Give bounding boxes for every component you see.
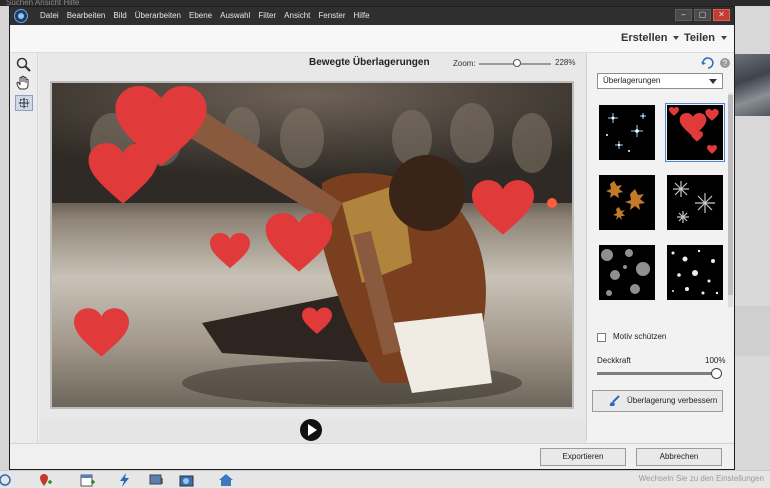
history-icon[interactable] <box>0 473 16 487</box>
minimize-button[interactable]: – <box>675 9 692 21</box>
zoom-slider[interactable] <box>479 59 551 67</box>
close-button[interactable]: ✕ <box>713 9 730 21</box>
dancer-head <box>389 155 465 231</box>
overlay-thumb-snowflakes[interactable] <box>667 175 723 230</box>
overlay-thumb-autumn-leaves[interactable] <box>599 175 655 230</box>
background-left-strip <box>0 6 9 470</box>
create-label: Erstellen <box>621 32 668 44</box>
moving-overlays-dialog: Datei Bearbeiten Bild Überarbeiten Ebene… <box>9 6 735 470</box>
menu-select[interactable]: Auswahl <box>216 7 254 25</box>
menu-items: Datei Bearbeiten Bild Überarbeiten Ebene… <box>36 7 374 25</box>
svg-text:?: ? <box>723 59 728 68</box>
reset-icon[interactable] <box>701 57 714 69</box>
calendar-add-icon[interactable] <box>80 473 96 487</box>
zoom-value: 228% <box>555 58 576 67</box>
chevron-down-icon <box>720 36 727 41</box>
share-label: Teilen <box>684 32 715 44</box>
photo-preview[interactable] <box>52 83 572 407</box>
background-photo <box>735 54 770 116</box>
zoom-tool-icon[interactable] <box>15 57 33 73</box>
zoom-label: Zoom: <box>453 59 476 68</box>
panel-scrollbar-thumb[interactable] <box>728 95 733 295</box>
menu-enhance[interactable]: Überarbeiten <box>131 7 185 25</box>
menu-edit[interactable]: Bearbeiten <box>63 7 110 25</box>
menu-filter[interactable]: Filter <box>254 7 280 25</box>
photo-frame <box>50 81 574 409</box>
menu-layer[interactable]: Ebene <box>185 7 216 25</box>
enhance-overlay-label: Überlagerung verbessern <box>627 396 718 405</box>
overlay-panel: ? Überlagerungen Motiv schützen Deckkraf… <box>586 53 734 441</box>
overlay-thumb-snow[interactable] <box>667 245 723 300</box>
opacity-slider-handle[interactable] <box>711 368 722 379</box>
dialog-footer: Exportieren Abbrechen <box>10 443 734 469</box>
menu-help[interactable]: Hilfe <box>350 7 374 25</box>
photo-import-icon[interactable] <box>149 473 165 487</box>
maximize-button[interactable]: ▢ <box>694 9 711 21</box>
menu-view[interactable]: Ansicht <box>280 7 314 25</box>
menu-file[interactable]: Datei <box>36 7 63 25</box>
chevron-down-icon <box>673 36 680 41</box>
document-title: Bewegte Überlagerungen <box>309 57 430 68</box>
canvas-area: Bewegte Überlagerungen Zoom: 228% <box>39 53 586 419</box>
chevron-down-icon <box>709 79 717 84</box>
app-logo-icon <box>14 9 28 23</box>
cancel-button[interactable]: Abbrechen <box>636 448 722 466</box>
overlay-category-value: Überlagerungen <box>603 76 661 85</box>
zoom-slider-handle[interactable] <box>513 59 522 67</box>
export-button[interactable]: Exportieren <box>540 448 626 466</box>
opacity-label: Deckkraft <box>597 356 631 365</box>
help-icon[interactable]: ? <box>720 58 730 68</box>
menu-bar: Datei Bearbeiten Bild Überarbeiten Ebene… <box>10 7 734 25</box>
watermark-line-2: Wechseln Sie zu den Einstellungen <box>638 474 764 483</box>
play-button[interactable] <box>300 419 322 441</box>
panel-header-icons: ? <box>701 57 730 69</box>
instant-fix-icon[interactable] <box>117 473 133 487</box>
overlay-category-select[interactable]: Überlagerungen <box>597 73 723 89</box>
slideshow-icon[interactable] <box>179 473 195 487</box>
protect-subject-checkbox[interactable] <box>597 333 606 342</box>
overlay-thumb-bokeh[interactable] <box>599 245 655 300</box>
brush-icon <box>609 395 620 406</box>
background-panel-block <box>735 306 770 356</box>
overlay-thumb-sparkles[interactable] <box>599 105 655 160</box>
panel-scrollbar[interactable] <box>728 93 733 307</box>
tool-strip <box>10 53 38 469</box>
move-tool-icon[interactable] <box>15 95 33 111</box>
create-button[interactable]: Erstellen <box>621 32 680 44</box>
menu-image[interactable]: Bild <box>109 7 130 25</box>
menu-window[interactable]: Fenster <box>314 7 349 25</box>
home-icon[interactable] <box>218 473 234 487</box>
opacity-slider[interactable] <box>597 368 722 379</box>
playback-strip <box>39 419 586 443</box>
protect-subject-label: Motiv schützen <box>613 332 667 341</box>
hand-tool-icon[interactable] <box>15 75 33 91</box>
enhance-overlay-button[interactable]: Überlagerung verbessern <box>592 390 723 412</box>
share-button[interactable]: Teilen <box>684 32 727 44</box>
header-bar: Erstellen Teilen <box>10 25 734 53</box>
document-title-bar: Bewegte Überlagerungen Zoom: 228% <box>39 53 586 75</box>
opacity-value: 100% <box>705 356 726 365</box>
map-pin-icon[interactable] <box>37 473 53 487</box>
background-right-panel <box>735 6 770 476</box>
overlay-thumb-hearts[interactable] <box>665 103 725 162</box>
